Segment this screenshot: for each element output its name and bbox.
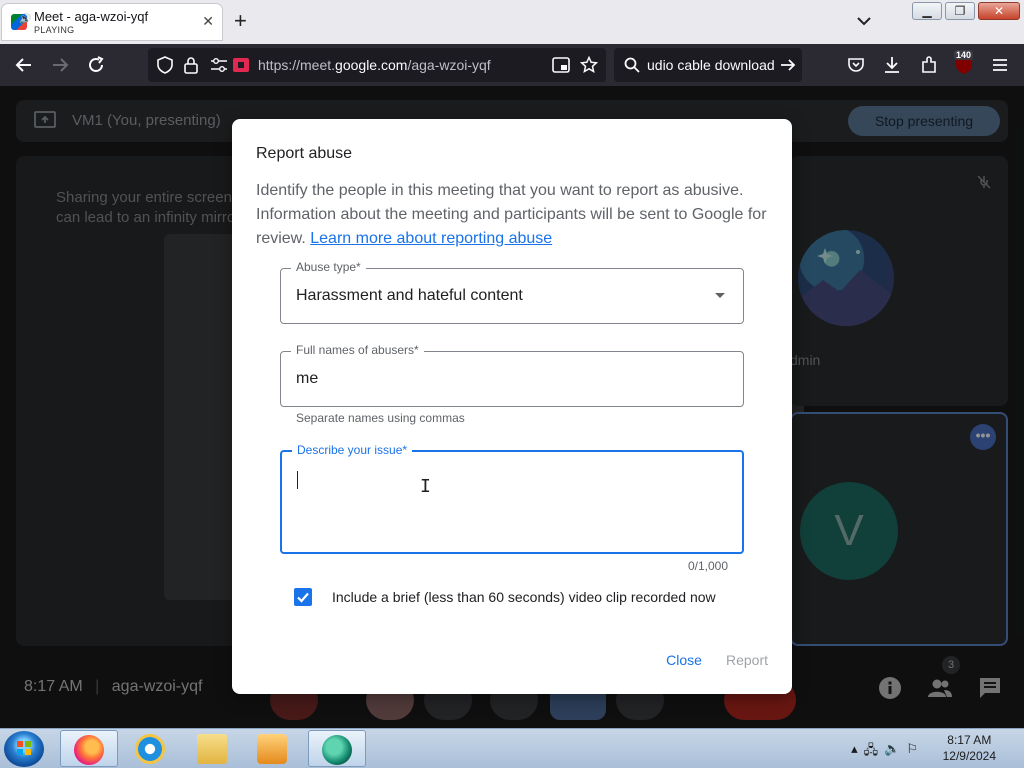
character-counter: 0/1,000 xyxy=(687,559,728,573)
lock-icon[interactable] xyxy=(183,56,199,74)
abuse-type-value: Harassment and hateful content xyxy=(296,287,523,304)
dialog-title: Report abuse xyxy=(256,145,353,162)
browser-tab-meet[interactable]: 🔊 Meet - aga-wzoi-yqf PLAYING ✕ xyxy=(2,4,222,40)
windows-logo-icon xyxy=(17,741,31,755)
browser-nav-bar: https://meet.google.com/aga-wzoi-yqf udi… xyxy=(0,44,1024,86)
media-player-icon xyxy=(257,734,287,764)
clock-date: 12/9/2024 xyxy=(942,749,996,763)
tray-icons: ▴ 🖧 🔈 ⚐ xyxy=(851,741,918,763)
pocket-icon[interactable] xyxy=(846,55,866,75)
ibeam-cursor-icon: I xyxy=(420,476,431,497)
url-path: /aga-wzoi-yqf xyxy=(407,57,491,73)
minimize-button[interactable]: ▁ xyxy=(912,2,942,20)
search-icon xyxy=(624,57,640,73)
include-clip-checkbox[interactable] xyxy=(294,588,312,606)
describe-issue-textarea[interactable]: Describe your issue* I xyxy=(280,443,744,554)
url-prefix: https://meet. xyxy=(258,57,336,73)
back-icon[interactable] xyxy=(14,55,34,75)
start-button[interactable] xyxy=(4,731,44,767)
network-icon[interactable]: 🖧 xyxy=(864,741,879,763)
text-cursor xyxy=(297,471,298,489)
names-helper-text: Separate names using commas xyxy=(296,411,465,425)
taskbar-firefox[interactable] xyxy=(60,730,118,767)
abuser-names-value: me xyxy=(296,370,319,387)
dialog-description: Identify the people in this meeting that… xyxy=(256,179,768,251)
volume-icon[interactable]: 🔈 xyxy=(884,741,900,763)
remote-desktop-icon xyxy=(322,735,352,765)
folder-icon xyxy=(197,734,227,764)
restore-button[interactable]: ❐ xyxy=(945,2,975,20)
reload-icon[interactable] xyxy=(86,55,106,75)
speaker-icon[interactable]: 🔊 xyxy=(19,14,31,25)
downloads-icon[interactable] xyxy=(882,55,902,75)
window-controls: ▁ ❐ ✕ xyxy=(912,2,1020,20)
internet-explorer-icon xyxy=(135,734,165,764)
window-close-button[interactable]: ✕ xyxy=(978,2,1020,20)
permissions-icon[interactable] xyxy=(210,57,228,73)
abuser-names-label: Full names of abusers* xyxy=(291,343,424,357)
tab-playing-label: PLAYING xyxy=(34,25,75,35)
firefox-icon xyxy=(74,735,104,765)
forward-icon[interactable] xyxy=(50,55,70,75)
list-all-tabs-icon[interactable] xyxy=(855,12,873,30)
menu-icon[interactable] xyxy=(990,55,1010,75)
dropdown-arrow-icon xyxy=(715,293,725,298)
new-tab-icon[interactable]: + xyxy=(234,9,247,33)
windows-taskbar: ▴ 🖧 🔈 ⚐ 8:17 AM 12/9/2024 xyxy=(0,728,1024,768)
ublock-count-badge: 140 xyxy=(954,50,974,60)
search-query: udio cable download xyxy=(647,57,775,73)
taskbar-remote-app[interactable] xyxy=(308,730,366,767)
report-abuse-dialog: Report abuse Identify the people in this… xyxy=(232,119,792,694)
url-domain: google.com xyxy=(335,57,408,73)
close-button[interactable]: Close xyxy=(658,642,710,678)
abuse-type-label: Abuse type* xyxy=(291,260,366,274)
clock-time: 8:17 AM xyxy=(947,733,992,747)
picture-in-picture-icon[interactable] xyxy=(552,57,570,73)
abuse-type-select[interactable]: Abuse type* Harassment and hateful conte… xyxy=(280,260,744,324)
extensions-icon[interactable] xyxy=(919,55,939,75)
action-center-flag-icon[interactable]: ⚐ xyxy=(906,741,918,763)
tracking-shield-icon[interactable] xyxy=(156,56,174,74)
taskbar-clock[interactable]: 8:17 AM 12/9/2024 xyxy=(943,732,996,764)
taskbar-media-player[interactable] xyxy=(244,730,302,767)
address-bar[interactable]: https://meet.google.com/aga-wzoi-yqf xyxy=(148,48,606,82)
url-text[interactable]: https://meet.google.com/aga-wzoi-yqf xyxy=(258,57,491,73)
learn-more-link[interactable]: Learn more about reporting abuse xyxy=(310,230,552,247)
tab-title: Meet - aga-wzoi-yqf xyxy=(34,9,149,24)
describe-issue-label: Describe your issue* xyxy=(292,443,413,457)
include-clip-label: Include a brief (less than 60 seconds) v… xyxy=(332,589,716,605)
search-go-arrow-icon[interactable] xyxy=(780,57,796,73)
screen-sharing-indicator-icon[interactable] xyxy=(232,57,250,73)
checkmark-icon xyxy=(297,592,309,603)
show-hidden-icons-icon[interactable]: ▴ xyxy=(851,741,858,763)
search-bar[interactable]: udio cable download xyxy=(614,48,802,82)
abuser-names-field[interactable]: Full names of abusers* me xyxy=(280,343,744,407)
report-button[interactable]: Report xyxy=(718,642,776,678)
bookmark-star-icon[interactable] xyxy=(580,56,598,74)
tab-close-icon[interactable]: ✕ xyxy=(202,13,214,30)
dialog-actions: Close Report xyxy=(658,642,776,678)
taskbar-file-explorer[interactable] xyxy=(184,730,242,767)
taskbar-internet-explorer[interactable] xyxy=(122,730,180,767)
browser-tab-bar: 🔊 Meet - aga-wzoi-yqf PLAYING ✕ + ▁ ❐ ✕ xyxy=(0,0,1024,44)
